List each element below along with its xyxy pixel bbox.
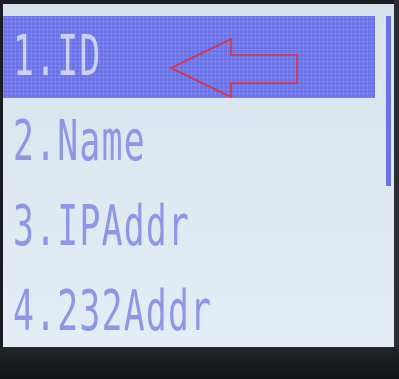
menu-item-name[interactable]: 2.Name <box>3 101 375 183</box>
device-frame: 1.ID 2.Name 3.IPAddr 4.232Addr <box>0 0 399 379</box>
left-arrow-icon <box>169 37 298 99</box>
menu-item-label: 4.232Addr <box>13 279 213 344</box>
menu-item-label: 3.IPAddr <box>13 194 191 259</box>
scrollbar[interactable] <box>386 16 391 186</box>
screen-bezel-bottom <box>0 347 399 379</box>
screen-bezel-right <box>394 0 399 347</box>
menu-item-232addr[interactable]: 4.232Addr <box>3 271 375 347</box>
menu-item-label: 2.Name <box>13 109 146 174</box>
menu-item-ipaddr[interactable]: 3.IPAddr <box>3 186 375 268</box>
menu-item-label: 1.ID <box>13 24 102 89</box>
